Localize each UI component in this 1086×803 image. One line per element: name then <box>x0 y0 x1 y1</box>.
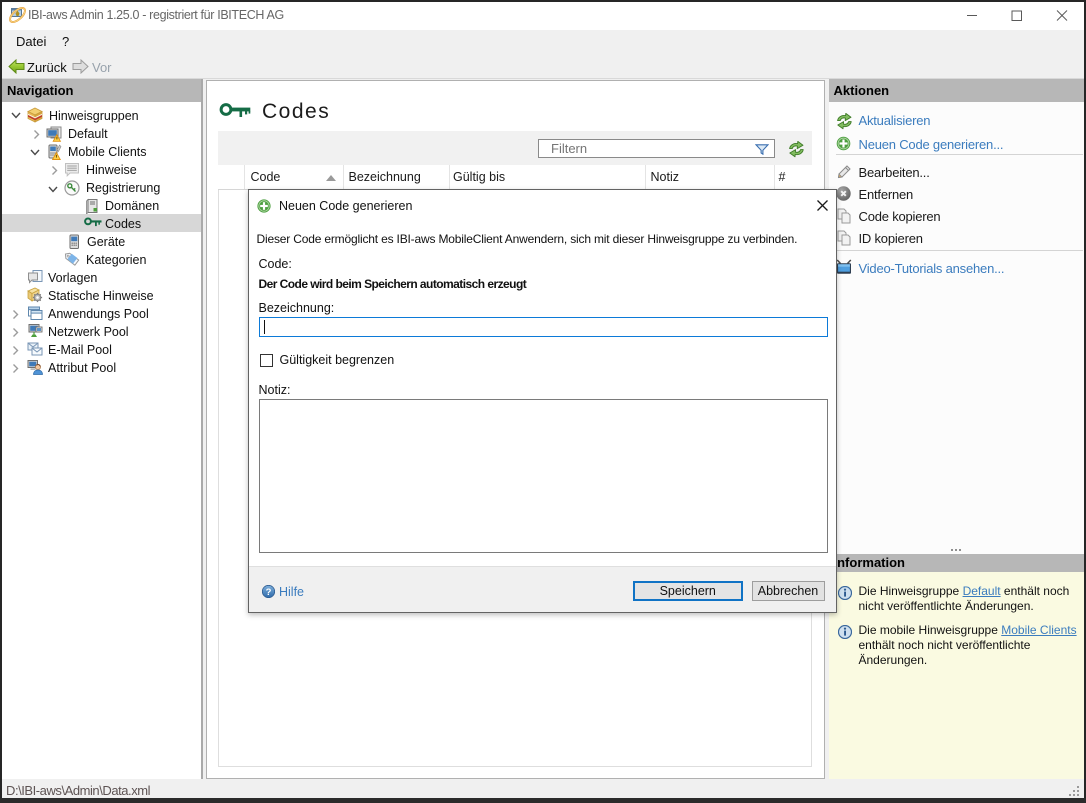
svg-text:?: ? <box>266 586 272 597</box>
